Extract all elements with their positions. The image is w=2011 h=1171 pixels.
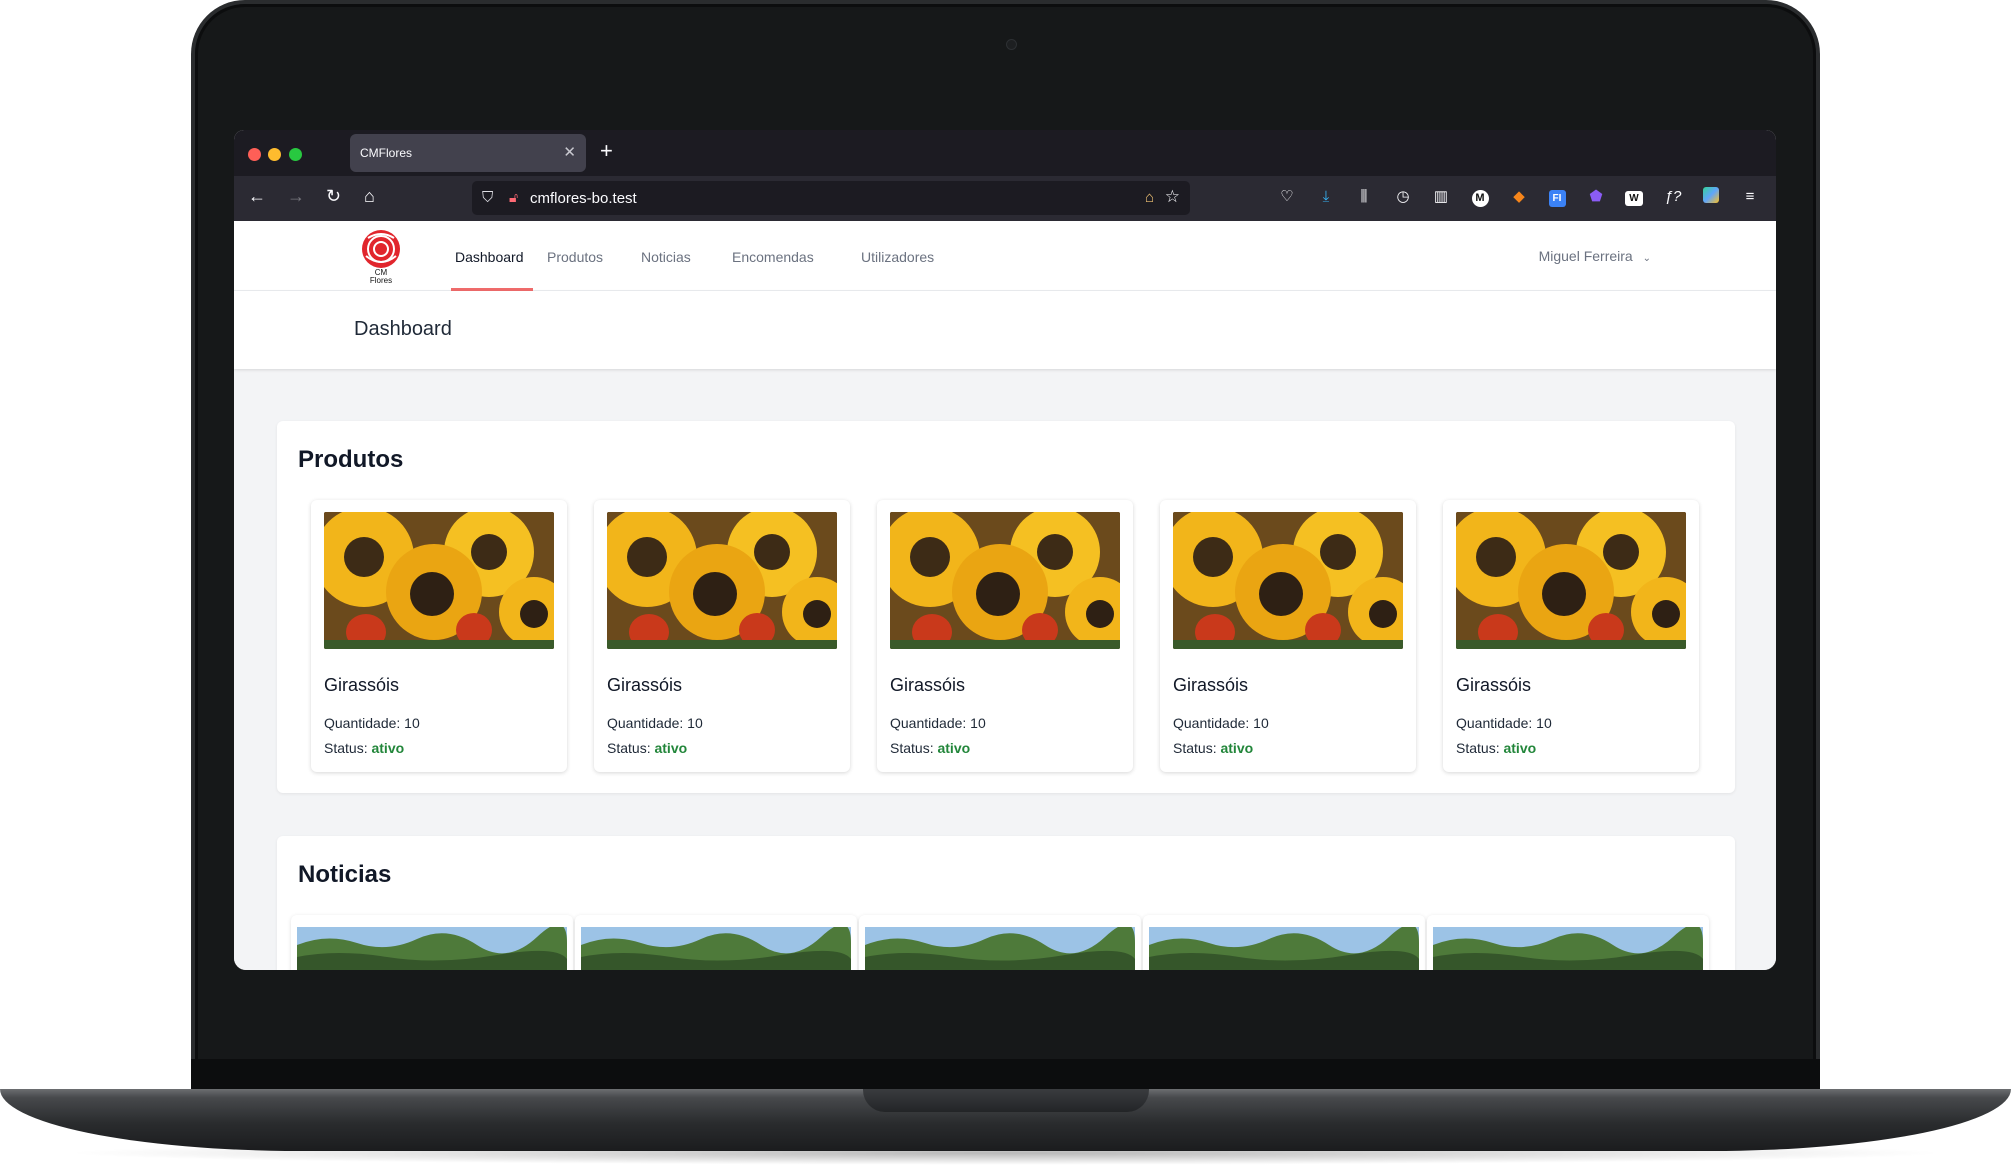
status-value: ativo: [1220, 740, 1254, 756]
sunflower-image: [890, 512, 1120, 649]
pocket-icon[interactable]: ♡: [1277, 187, 1297, 207]
product-status: Status: ativo: [1456, 740, 1536, 756]
nav-dashboard[interactable]: Dashboard: [455, 249, 524, 265]
status-label: Status:: [324, 740, 368, 756]
sunflower-image: [1173, 512, 1403, 649]
user-menu[interactable]: Miguel Ferreira ⌄: [1539, 248, 1651, 264]
page-title: Dashboard: [354, 318, 452, 340]
status-label: Status:: [607, 740, 651, 756]
back-arrow-icon[interactable]: ←: [248, 186, 266, 207]
sunflower-image: [607, 512, 837, 649]
forward-arrow-icon[interactable]: →: [287, 186, 305, 207]
m-extension-icon[interactable]: M: [1470, 187, 1490, 207]
metamask-icon[interactable]: ◆: [1509, 187, 1529, 207]
product-quantity: Quantidade: 10: [607, 715, 703, 731]
product-card[interactable]: Girassóis Quantidade: 10 Status: ativo: [1160, 500, 1416, 772]
nav-noticias[interactable]: Noticias: [641, 249, 691, 265]
product-card[interactable]: Girassóis Quantidade: 10 Status: ativo: [594, 500, 850, 772]
colorful-extension-icon[interactable]: [1701, 187, 1721, 207]
news-card[interactable]: [859, 915, 1141, 970]
reload-icon[interactable]: ↻: [326, 186, 341, 207]
library-icon[interactable]: ⫼: [1354, 187, 1374, 207]
product-quantity: Quantidade: 10: [1456, 715, 1552, 731]
product-card[interactable]: Girassóis Quantidade: 10 Status: ativo: [311, 500, 567, 772]
insecure-lock-icon[interactable]: 🔓︎: [509, 189, 518, 206]
product-quantity: Quantidade: 10: [324, 715, 420, 731]
new-tab-button[interactable]: +: [600, 138, 613, 164]
product-card[interactable]: Girassóis Quantidade: 10 Status: ativo: [1443, 500, 1699, 772]
downloads-icon[interactable]: ⤓: [1316, 187, 1336, 207]
laptop-notch: [863, 1089, 1149, 1112]
status-label: Status:: [890, 740, 934, 756]
web-page: CM Flores Dashboard Produtos Noticias En…: [234, 221, 1776, 970]
nav-utilizadores[interactable]: Utilizadores: [861, 249, 934, 265]
product-status: Status: ativo: [324, 740, 404, 756]
product-name: Girassóis: [890, 675, 966, 695]
product-status: Status: ativo: [1173, 740, 1253, 756]
purple-extension-icon[interactable]: ⬟: [1586, 187, 1606, 207]
produtos-panel: Produtos Girassóis Quantidade: 10 Status…: [277, 421, 1735, 793]
screen: CMFlores ✕ + ← → ↻ ⌂ ⛉ 🔓︎ cmflores-bo.te…: [234, 130, 1776, 970]
w-extension-icon[interactable]: W: [1624, 187, 1644, 207]
browser-toolbar: ← → ↻ ⌂ ⛉ 🔓︎ cmflores-bo.test ⌂ ☆ ♡ ⤓ ⫼ …: [234, 176, 1776, 221]
product-quantity: Quantidade: 10: [1173, 715, 1269, 731]
font-finder-icon[interactable]: ƒ?: [1663, 187, 1683, 207]
news-landscape-image: [1433, 927, 1703, 970]
news-card[interactable]: [291, 915, 573, 970]
nav-produtos[interactable]: Produtos: [547, 249, 603, 265]
bookmark-star-icon[interactable]: ☆: [1165, 187, 1180, 207]
home-icon[interactable]: ⌂: [364, 186, 375, 207]
product-name: Girassóis: [607, 675, 683, 695]
cmflores-logo[interactable]: CM Flores: [358, 228, 404, 284]
news-card[interactable]: [1143, 915, 1425, 970]
product-name: Girassóis: [324, 675, 400, 695]
maximize-window-button[interactable]: [289, 148, 302, 161]
product-quantity: Quantidade: 10: [890, 715, 986, 731]
browser-tab-bar: CMFlores ✕ +: [234, 130, 1776, 176]
svg-text:Flores: Flores: [370, 276, 392, 284]
history-icon[interactable]: ◷: [1393, 187, 1413, 207]
menu-icon[interactable]: ≡: [1740, 187, 1760, 207]
app-navigation: CM Flores Dashboard Produtos Noticias En…: [234, 221, 1776, 291]
product-status: Status: ativo: [607, 740, 687, 756]
product-name: Girassóis: [1456, 675, 1532, 695]
noticias-title: Noticias: [298, 861, 392, 888]
product-name: Girassóis: [1173, 675, 1249, 695]
close-window-button[interactable]: [248, 148, 261, 161]
nav-encomendas[interactable]: Encomendas: [732, 249, 814, 265]
minimize-window-button[interactable]: [268, 148, 281, 161]
container-house-icon[interactable]: ⌂: [1145, 189, 1154, 206]
camera-icon: [1006, 39, 1017, 50]
url-text: cmflores-bo.test: [530, 190, 637, 207]
shield-icon[interactable]: ⛉: [482, 189, 493, 206]
status-label: Status:: [1456, 740, 1500, 756]
close-tab-icon[interactable]: ✕: [563, 143, 576, 161]
address-bar[interactable]: ⛉ 🔓︎ cmflores-bo.test ⌂ ☆: [472, 181, 1190, 215]
tab-title: CMFlores: [360, 146, 413, 160]
noticias-panel: Noticias: [277, 836, 1735, 970]
news-card[interactable]: [1427, 915, 1709, 970]
news-landscape-image: [297, 927, 567, 970]
chevron-down-icon: ⌄: [1642, 253, 1651, 264]
news-landscape-image: [1149, 927, 1419, 970]
fi-extension-icon[interactable]: FI: [1547, 187, 1567, 207]
product-card[interactable]: Girassóis Quantidade: 10 Status: ativo: [877, 500, 1133, 772]
user-name: Miguel Ferreira: [1538, 248, 1633, 264]
news-landscape-image: [865, 927, 1135, 970]
status-value: ativo: [1503, 740, 1537, 756]
news-card[interactable]: [575, 915, 857, 970]
product-status: Status: ativo: [890, 740, 970, 756]
produtos-title: Produtos: [298, 446, 404, 473]
sunflower-image: [1456, 512, 1686, 649]
sidebar-icon[interactable]: ▥: [1431, 187, 1451, 207]
status-value: ativo: [371, 740, 405, 756]
status-value: ativo: [654, 740, 688, 756]
status-value: ativo: [937, 740, 971, 756]
browser-tab[interactable]: CMFlores ✕: [350, 134, 586, 172]
status-label: Status:: [1173, 740, 1217, 756]
sunflower-image: [324, 512, 554, 649]
page-header: Dashboard: [234, 291, 1776, 369]
news-landscape-image: [581, 927, 851, 970]
